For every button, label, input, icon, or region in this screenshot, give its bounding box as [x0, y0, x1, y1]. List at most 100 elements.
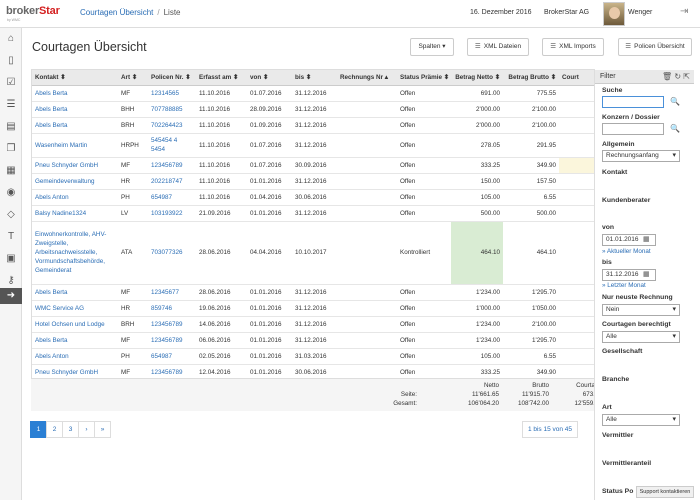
policy-link[interactable]: 859746: [151, 305, 172, 312]
user-name[interactable]: Wenger: [628, 9, 652, 16]
contact-link[interactable]: Balsy Nadine1324: [35, 210, 86, 217]
policy-number-cell[interactable]: 12314565: [148, 85, 196, 102]
column-header[interactable]: Rechnungs Nr ▴: [337, 70, 397, 86]
contact-link[interactable]: Abels Berta: [35, 289, 68, 296]
policy-link[interactable]: 123456789: [151, 321, 183, 328]
contact-cell[interactable]: Einwohnerkontrolle, AHV-Zweigstelle, Arb…: [32, 221, 118, 285]
globe-icon[interactable]: ◉: [5, 187, 17, 199]
contact-cell[interactable]: Abels Berta: [32, 284, 118, 301]
table-row[interactable]: Abels Berta MF 12345677 28.06.2016 01.01.201…: [32, 284, 594, 301]
file-icon[interactable]: ▯: [5, 55, 17, 67]
contact-cell[interactable]: Balsy Nadine1324: [32, 205, 118, 222]
tag-icon[interactable]: ◇: [5, 209, 17, 221]
avatar[interactable]: [603, 2, 625, 26]
column-header[interactable]: Court: [559, 70, 594, 86]
table-row[interactable]: Einwohnerkontrolle, AHV-Zweigstelle, Arb…: [32, 221, 594, 285]
contact-link[interactable]: Abels Berta: [35, 337, 68, 344]
contact-link[interactable]: Abels Berta: [35, 122, 68, 129]
contact-link[interactable]: Abels Berta: [35, 90, 68, 97]
contact-cell[interactable]: Abels Anton: [32, 348, 118, 365]
copy-icon[interactable]: ❐: [5, 143, 17, 155]
column-header[interactable]: Status Prämie ⬍: [397, 70, 451, 86]
konzern-search-icon[interactable]: 🔍: [670, 124, 680, 133]
policy-link[interactable]: 654987: [151, 194, 172, 201]
column-header[interactable]: bis ⬍: [292, 70, 337, 86]
policy-number-cell[interactable]: 103193922: [148, 205, 196, 222]
table-row[interactable]: Abels Berta MF 12314565 11.10.2016 01.07.201…: [32, 85, 594, 102]
last-page-button[interactable]: »: [94, 421, 111, 438]
page-1-button[interactable]: 1: [30, 421, 47, 438]
contact-link[interactable]: Hotel Ochsen und Lodge: [35, 321, 105, 328]
contact-cell[interactable]: Pneu Schnyder GmbH: [32, 157, 118, 174]
table-row[interactable]: Abels Anton PH 654987 11.10.2016 01.04.2016 3…: [32, 189, 594, 206]
expand-icon[interactable]: ⇱: [683, 72, 690, 81]
policy-number-cell[interactable]: 123456789: [148, 157, 196, 174]
policy-link[interactable]: 545454 4 5454: [151, 137, 177, 153]
search-icon[interactable]: 🔍: [670, 97, 680, 106]
contact-cell[interactable]: Abels Berta: [32, 332, 118, 349]
contact-link[interactable]: WMC Service AG: [35, 305, 84, 312]
table-row[interactable]: Gemeindeverwaltung HR 202218747 11.10.2016 0…: [32, 173, 594, 190]
policy-number-cell[interactable]: 123456789: [148, 332, 196, 349]
refresh-icon[interactable]: ↻: [674, 72, 681, 81]
policy-link[interactable]: 123456789: [151, 337, 183, 344]
company-name[interactable]: BrokerStar AG: [544, 9, 589, 16]
next-page-button[interactable]: ›: [78, 421, 95, 438]
logo[interactable]: brokerStar by WMC: [6, 5, 66, 23]
calendar-icon[interactable]: ▦: [643, 270, 650, 278]
contact-cell[interactable]: Abels Anton: [32, 189, 118, 206]
contact-link[interactable]: Wasenheim Martin: [35, 142, 87, 149]
policy-number-cell[interactable]: 702264423: [148, 117, 196, 134]
current-month-link[interactable]: » Aktueller Monat: [602, 248, 651, 255]
policy-number-cell[interactable]: 545454 4 5454: [148, 133, 196, 158]
contact-link[interactable]: Pneu Schnyder GmbH: [35, 162, 98, 169]
check-icon[interactable]: ☑: [5, 77, 17, 89]
courtage-eligible-select[interactable]: Alle: [602, 331, 680, 343]
contact-link[interactable]: Abels Berta: [35, 106, 68, 113]
policy-link[interactable]: 703077326: [151, 249, 183, 256]
policy-link[interactable]: 123456789: [151, 369, 183, 376]
key-icon[interactable]: ⚷: [5, 275, 17, 287]
contact-cell[interactable]: Wasenheim Martin: [32, 133, 118, 158]
arrow-right-circle-icon[interactable]: ➜: [0, 288, 22, 304]
policy-link[interactable]: 702264423: [151, 122, 183, 129]
last-month-link[interactable]: » Letzter Monat: [602, 282, 646, 289]
contact-cell[interactable]: Hotel Ochsen und Lodge: [32, 316, 118, 333]
policy-link[interactable]: 654987: [151, 353, 172, 360]
policy-number-cell[interactable]: 202218747: [148, 173, 196, 190]
policy-link[interactable]: 12345677: [151, 289, 179, 296]
column-header[interactable]: Art ⬍: [118, 70, 148, 86]
column-header[interactable]: Policen Nr. ⬍: [148, 70, 196, 86]
xml-files-button[interactable]: ☰ XML Dateien: [467, 38, 529, 56]
table-row[interactable]: Abels Berta BHH 707788885 11.10.2016 28.09.2…: [32, 101, 594, 118]
art-select[interactable]: Alle: [602, 414, 680, 426]
home-icon[interactable]: ⌂: [5, 33, 17, 45]
policy-number-cell[interactable]: 707788885: [148, 101, 196, 118]
table-icon[interactable]: ▦: [5, 165, 17, 177]
xml-imports-button[interactable]: ☰ XML Imports: [542, 38, 604, 56]
contact-link[interactable]: Pneu Schnyder GmbH: [35, 369, 98, 376]
breadcrumb-courtagen[interactable]: Courtagen Übersicht: [80, 8, 153, 17]
policy-link[interactable]: 103193922: [151, 210, 183, 217]
policy-number-cell[interactable]: 123456789: [148, 316, 196, 333]
contact-link[interactable]: Gemeindeverwaltung: [35, 178, 95, 185]
trash-icon[interactable]: 🗑: [662, 72, 672, 81]
logout-icon[interactable]: ⇥: [680, 6, 688, 17]
table-row[interactable]: Wasenheim Martin HRPH 545454 4 5454 11.10.2…: [32, 133, 594, 158]
search-input[interactable]: [602, 96, 664, 108]
column-header[interactable]: Betrag Netto ⬍: [451, 70, 503, 86]
table-row[interactable]: Abels Anton PH 654987 02.05.2016 01.01.2016 3…: [32, 348, 594, 365]
policy-number-cell[interactable]: 654987: [148, 189, 196, 206]
clipboard-icon[interactable]: ▣: [5, 253, 17, 265]
newest-invoice-select[interactable]: Nein: [602, 304, 680, 316]
page-2-button[interactable]: 2: [46, 421, 63, 438]
contact-link[interactable]: Einwohnerkontrolle, AHV-Zweigstelle, Arb…: [35, 231, 106, 274]
policy-number-cell[interactable]: 703077326: [148, 221, 196, 285]
support-button[interactable]: Support kontaktieren: [636, 486, 694, 498]
table-row[interactable]: Balsy Nadine1324 LV 103193922 21.09.2016 01.…: [32, 205, 594, 222]
column-header[interactable]: Erfasst am ⬍: [196, 70, 247, 86]
columns-button[interactable]: Spalten ▾: [410, 38, 454, 56]
policy-number-cell[interactable]: 859746: [148, 300, 196, 317]
policy-link[interactable]: 123456789: [151, 162, 183, 169]
allgemein-select[interactable]: Rechnungsanfang: [602, 150, 680, 162]
